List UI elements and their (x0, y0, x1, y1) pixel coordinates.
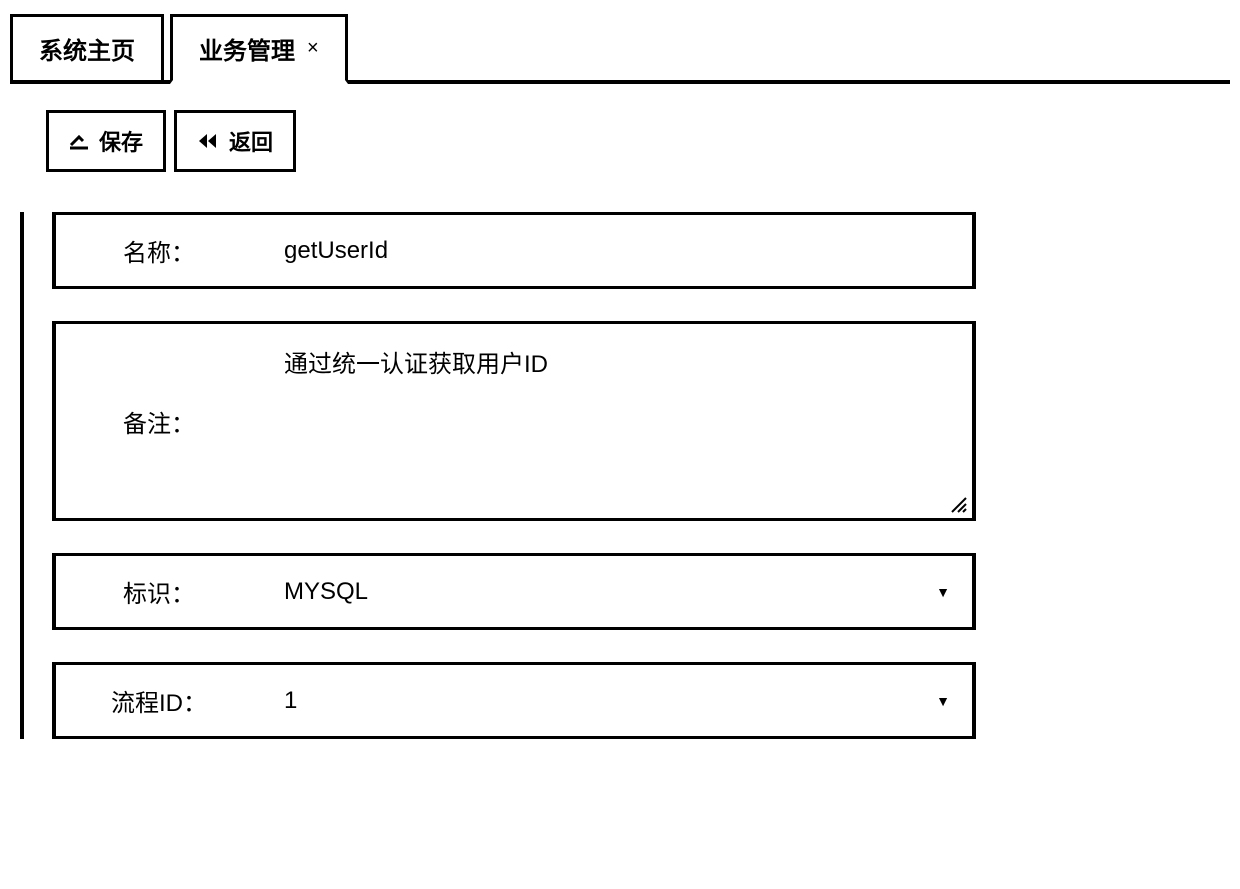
save-icon (69, 131, 89, 151)
tab-bar: 系统主页 业务管理 × (10, 10, 1230, 84)
chevron-down-icon: ▼ (936, 693, 950, 709)
toolbar: 保存 返回 (46, 110, 1230, 172)
tab-close-icon[interactable]: × (307, 37, 319, 60)
tab-home[interactable]: 系统主页 (10, 14, 164, 84)
back-icon (197, 132, 219, 150)
process-id-select[interactable]: 1 ▼ (262, 662, 976, 739)
back-button[interactable]: 返回 (174, 110, 296, 172)
save-button-label: 保存 (99, 125, 143, 157)
remark-textarea-cell[interactable]: 通过统一认证获取用户ID (262, 321, 976, 521)
save-button[interactable]: 保存 (46, 110, 166, 172)
form-row-identifier: 标识： MYSQL ▼ (52, 553, 976, 630)
form-row-process-id: 流程ID： 1 ▼ (52, 662, 976, 739)
process-id-select-value: 1 (284, 687, 297, 715)
identifier-label: 标识： (52, 553, 262, 630)
tab-business-management[interactable]: 业务管理 × (170, 14, 348, 84)
name-input-cell[interactable] (262, 212, 976, 289)
identifier-select[interactable]: MYSQL ▼ (262, 553, 976, 630)
tab-active-label: 业务管理 (199, 31, 295, 66)
chevron-down-icon: ▼ (936, 584, 950, 600)
back-button-label: 返回 (229, 125, 273, 157)
form-row-name: 名称： (52, 212, 976, 289)
name-input[interactable] (284, 237, 950, 265)
tab-home-label: 系统主页 (39, 31, 135, 66)
remark-textarea[interactable]: 通过统一认证获取用户ID (284, 344, 950, 379)
name-label: 名称： (52, 212, 262, 289)
form-container: 名称： 备注： 通过统一认证获取用户ID 标识： MYSQL ▼ 流程ID： (20, 212, 1230, 739)
identifier-select-value: MYSQL (284, 578, 368, 606)
remark-label: 备注： (52, 321, 262, 521)
process-id-label: 流程ID： (52, 662, 262, 739)
form-row-remark: 备注： 通过统一认证获取用户ID (52, 321, 976, 521)
